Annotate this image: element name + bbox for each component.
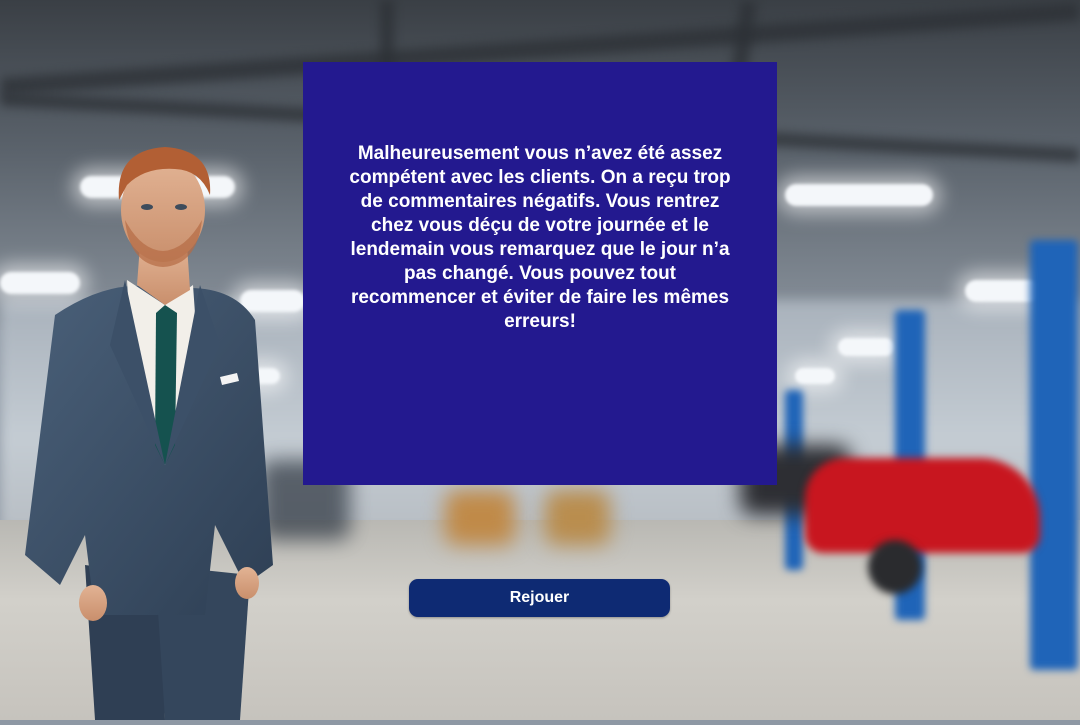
car-wheel bbox=[868, 540, 922, 594]
message-panel: Malheureusement vous n’avez été assez co… bbox=[303, 62, 777, 485]
character-portrait bbox=[15, 145, 275, 720]
game-over-message: Malheureusement vous n’avez été assez co… bbox=[349, 143, 731, 332]
workshop-equipment bbox=[445, 490, 515, 545]
replay-button[interactable]: Rejouer bbox=[409, 579, 670, 617]
workshop-equipment bbox=[545, 490, 610, 545]
businessman-illustration bbox=[25, 147, 273, 720]
ceiling-light bbox=[795, 368, 835, 384]
ceiling-light bbox=[785, 184, 933, 206]
red-car bbox=[805, 458, 1040, 553]
ceiling-light bbox=[838, 338, 894, 356]
lift-pillar bbox=[1030, 240, 1078, 670]
